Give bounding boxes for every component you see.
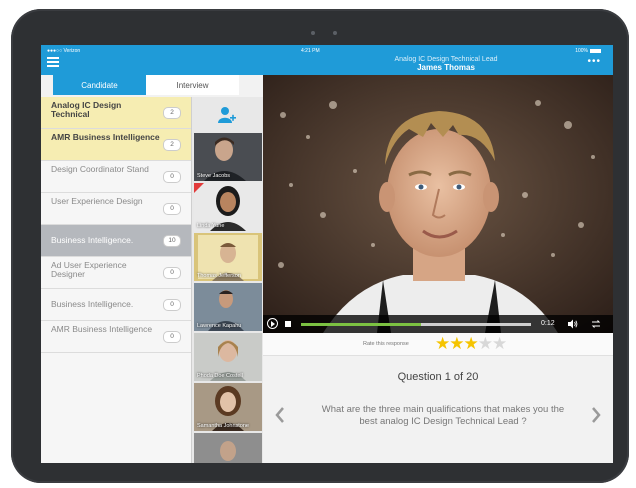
progress-fill xyxy=(301,323,421,326)
chevron-left-icon[interactable] xyxy=(275,406,285,424)
job-item-label: Ad User Experience Designer xyxy=(51,260,127,279)
tab-bar: Candidate Interview xyxy=(53,75,239,95)
job-count-badge: 0 xyxy=(163,203,181,215)
candidate-name-label: Lawrence Kapahu xyxy=(197,323,242,329)
job-item-label: Business Intelligence. xyxy=(51,235,134,245)
job-item-label: AMR Business Intelligence xyxy=(51,132,160,142)
candidate-thumb[interactable]: Phoda Doe Costell xyxy=(194,333,262,381)
candidate-thumb[interactable]: Thomas Jefferson xyxy=(194,233,262,281)
hamburger-menu-icon[interactable] xyxy=(47,57,59,67)
question-number: Question 1 of 20 xyxy=(397,371,479,383)
question-text: What are the three main qualifications t… xyxy=(321,404,565,427)
battery-icon xyxy=(590,49,601,53)
candidate-thumb[interactable]: Linda Yune xyxy=(194,183,262,231)
volume-icon[interactable] xyxy=(568,319,578,329)
playback-time: 0:12 xyxy=(541,320,555,327)
add-user-icon[interactable] xyxy=(216,105,236,125)
candidate-photo xyxy=(194,433,262,463)
star-empty-icon[interactable]: ★ xyxy=(478,334,493,353)
job-item[interactable]: AMR Business Intelligence 2 xyxy=(41,129,191,161)
candidate-thumb[interactable] xyxy=(194,433,262,463)
job-item-label: User Experience Design xyxy=(51,196,143,206)
candidate-video-frame xyxy=(263,75,613,333)
rating-bar: Rate this response ★★★★★ xyxy=(263,333,613,356)
tab-candidate[interactable]: Candidate xyxy=(53,75,146,95)
job-item[interactable]: AMR Business Intelligence 0 xyxy=(41,321,191,353)
job-item-label: Business Intelligence. xyxy=(51,299,134,309)
carrier-status: ●●●○○ Verizon xyxy=(47,48,81,54)
more-options-icon[interactable]: ••• xyxy=(587,57,601,67)
star-filled-icon[interactable]: ★ xyxy=(449,334,464,353)
page-title: Analog IC Design Technical Lead James Th… xyxy=(361,56,531,72)
job-count-badge: 2 xyxy=(163,139,181,151)
clock: 4:21 PM xyxy=(301,48,320,54)
candidate-thumb[interactable]: Lawrence Kapahu xyxy=(194,283,262,331)
job-count-badge: 2 xyxy=(163,107,181,119)
job-item[interactable]: User Experience Design 0 xyxy=(41,193,191,225)
battery-status: 100% xyxy=(575,48,601,54)
job-count-badge: 0 xyxy=(163,331,181,343)
job-item[interactable]: Analog IC Design Technical 2 xyxy=(41,97,191,129)
star-empty-icon[interactable]: ★ xyxy=(492,334,507,353)
chevron-right-icon[interactable] xyxy=(591,406,601,424)
battery-percent: 100% xyxy=(575,48,588,54)
candidate-name-label: Phoda Doe Costell xyxy=(197,373,243,379)
candidate-name-label: Linda Yune xyxy=(197,223,225,229)
candidate-name: James Thomas xyxy=(417,63,475,72)
front-camera xyxy=(311,31,315,35)
rating-label: Rate this response xyxy=(363,341,409,347)
progress-track[interactable] xyxy=(301,323,531,326)
play-icon[interactable] xyxy=(267,318,278,329)
stop-icon[interactable] xyxy=(285,321,291,327)
star-filled-icon[interactable]: ★ xyxy=(464,334,479,353)
candidate-name-label: Steve Jacobs xyxy=(197,173,231,179)
job-item[interactable]: Design Coordinator Stand 0 xyxy=(41,161,191,193)
job-count-badge: 0 xyxy=(163,171,181,183)
candidate-thumbnails: Steve Jacobs Linda Yune Thomas Jefferson xyxy=(191,97,264,463)
job-item[interactable]: Business Intelligence. 0 xyxy=(41,289,191,321)
tab-interview[interactable]: Interview xyxy=(146,75,239,95)
job-list: Analog IC Design Technical 2 AMR Busines… xyxy=(41,97,191,463)
job-count-badge: 10 xyxy=(163,235,181,247)
video-player[interactable]: 0:12 xyxy=(263,75,613,333)
star-filled-icon[interactable]: ★ xyxy=(435,334,450,353)
job-item-selected[interactable]: Business Intelligence. 10 xyxy=(41,225,191,257)
job-count-badge: 0 xyxy=(163,299,181,311)
job-item-label: Analog IC Design Technical xyxy=(51,100,122,119)
job-item-label: Design Coordinator Stand xyxy=(51,164,149,174)
job-title: Analog IC Design Technical Lead xyxy=(394,56,498,63)
star-rating[interactable]: ★★★★★ xyxy=(435,334,507,354)
question-panel: Rate this response ★★★★★ Question 1 of 2… xyxy=(263,333,613,463)
candidate-thumb[interactable]: Steve Jacobs xyxy=(194,133,262,181)
header-bar: ●●●○○ Verizon 4:21 PM 100% Analog IC Des… xyxy=(41,45,613,75)
candidate-name-label: Samantha Johnstone xyxy=(197,423,249,429)
candidate-thumb[interactable]: Samantha Johnstone xyxy=(194,383,262,431)
repeat-icon[interactable] xyxy=(591,319,601,329)
player-controls: 0:12 xyxy=(263,315,613,333)
job-item[interactable]: Ad User Experience Designer 0 xyxy=(41,257,191,289)
job-item-label: AMR Business Intelligence xyxy=(51,324,153,334)
candidate-name-label: Thomas Jefferson xyxy=(197,273,241,279)
job-count-badge: 0 xyxy=(163,267,181,279)
front-sensor xyxy=(333,31,337,35)
app-screen: ●●●○○ Verizon 4:21 PM 100% Analog IC Des… xyxy=(41,45,613,463)
